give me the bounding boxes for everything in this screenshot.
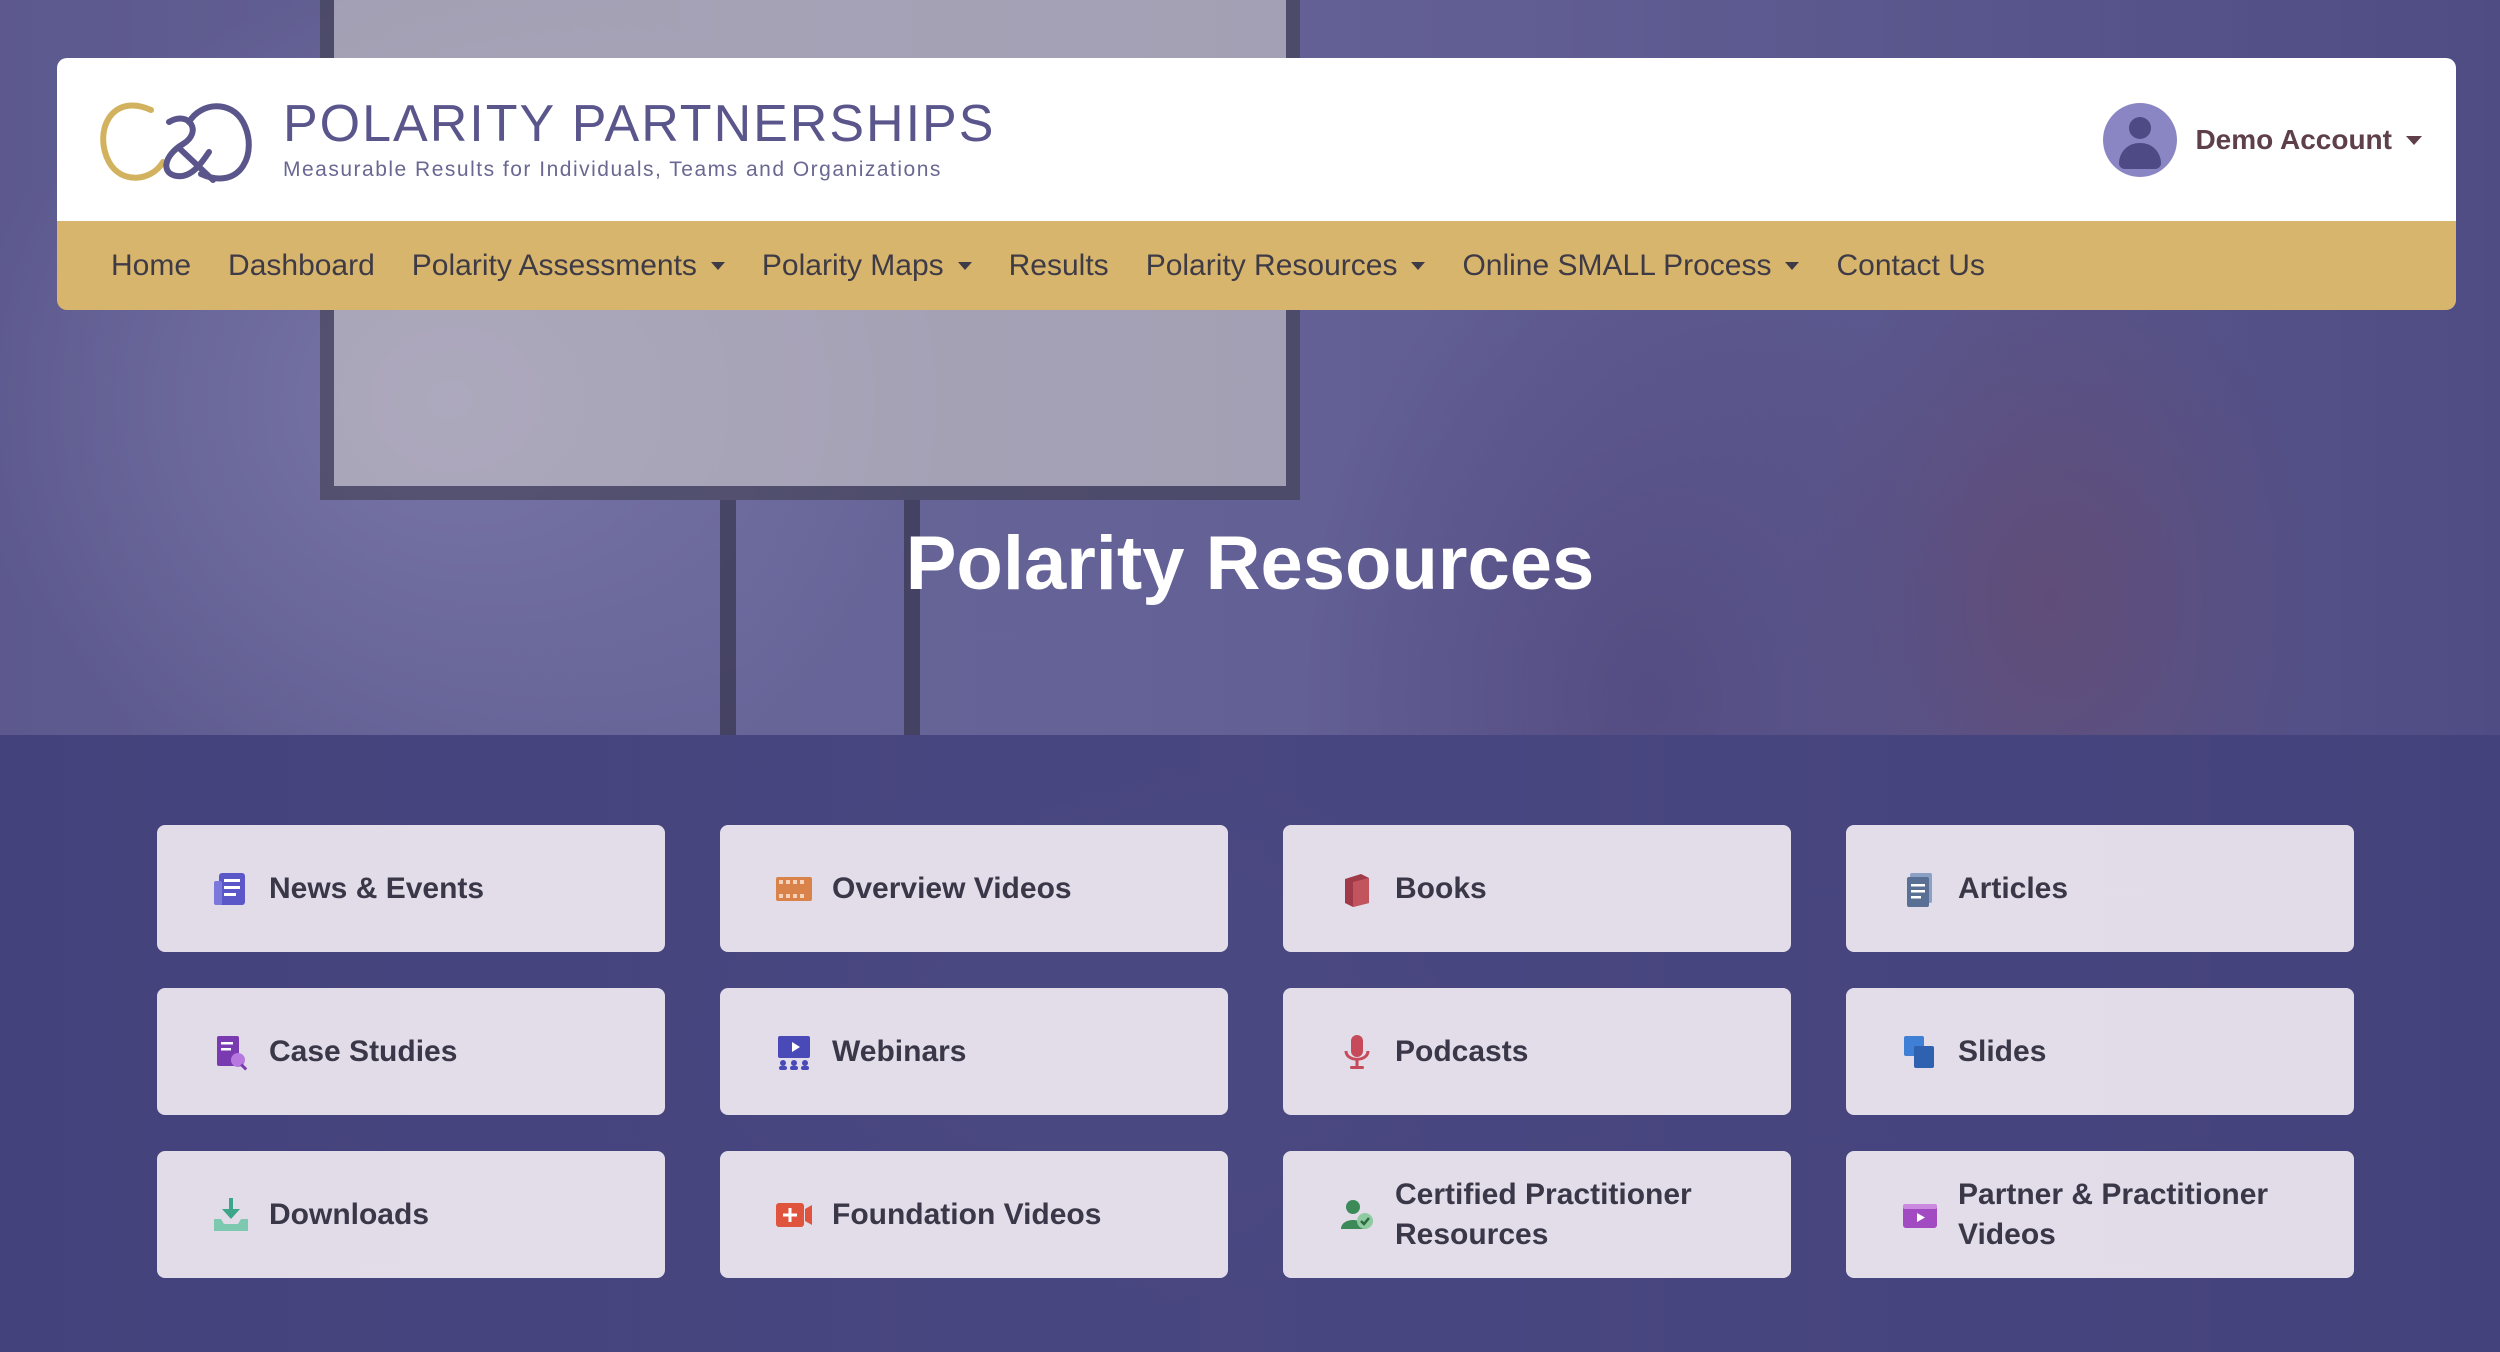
resource-card-slides[interactable]: Slides xyxy=(1846,988,2354,1115)
avatar-shoulders xyxy=(2119,143,2162,169)
download-icon xyxy=(214,1197,248,1231)
nav-results[interactable]: Results xyxy=(1009,249,1109,283)
document-icon xyxy=(1907,872,1932,907)
avatar-head xyxy=(2129,117,2152,139)
microphone-icon xyxy=(1344,1034,1370,1069)
user-avatar-icon[interactable] xyxy=(2103,103,2178,177)
resources-grid: News & Events Overview Videos Books Arti… xyxy=(157,825,2354,1278)
nav-polarity-resources[interactable]: Polarity Resources xyxy=(1146,249,1426,283)
nav-polarity-maps[interactable]: Polarity Maps xyxy=(762,249,972,283)
resource-label[interactable]: Webinars xyxy=(832,1032,967,1072)
nav-contact-us[interactable]: Contact Us xyxy=(1836,249,1984,283)
resource-card-articles[interactable]: Articles xyxy=(1846,825,2354,952)
video-add-icon xyxy=(776,1202,812,1227)
resource-card-case-studies[interactable]: Case Studies xyxy=(157,988,665,1115)
resource-card-partner-practitioner-videos[interactable]: Partner & Practitioner Videos xyxy=(1846,1151,2354,1278)
resource-label[interactable]: Case Studies xyxy=(269,1032,457,1072)
resource-label[interactable]: Partner & Practitioner Videos xyxy=(1958,1175,2334,1255)
film-icon xyxy=(776,876,812,901)
nav-home[interactable]: Home xyxy=(111,249,191,283)
resource-card-downloads[interactable]: Downloads xyxy=(157,1151,665,1278)
chevron-down-icon[interactable] xyxy=(1411,261,1426,270)
account-menu[interactable]: Demo Account xyxy=(2103,103,2422,177)
nav-label[interactable]: Dashboard xyxy=(228,249,375,283)
nav-label[interactable]: Results xyxy=(1009,249,1109,283)
resource-card-news-events[interactable]: News & Events xyxy=(157,825,665,952)
resource-card-certified-practitioner-resources[interactable]: Certified Practitioner Resources xyxy=(1283,1151,1791,1278)
polarity-logo-icon[interactable] xyxy=(91,92,261,192)
site-header: POLARITY PARTNERSHIPS Measurable Results… xyxy=(57,58,2456,221)
resource-label[interactable]: Articles xyxy=(1958,869,2068,909)
resource-label[interactable]: Overview Videos xyxy=(832,869,1072,909)
practitioner-icon xyxy=(1341,1199,1373,1229)
slides-icon xyxy=(1904,1035,1934,1068)
chevron-down-icon[interactable] xyxy=(710,261,725,270)
resource-card-foundation-videos[interactable]: Foundation Videos xyxy=(720,1151,1228,1278)
chevron-down-icon[interactable] xyxy=(2406,135,2422,145)
main-navbar: Home Dashboard Polarity Assessments Pola… xyxy=(57,221,2456,310)
nav-label[interactable]: Home xyxy=(111,249,191,283)
resource-label[interactable]: Foundation Videos xyxy=(832,1195,1101,1235)
resource-label[interactable]: Books xyxy=(1395,869,1487,909)
webinar-icon xyxy=(778,1035,810,1070)
nav-label[interactable]: Polarity Resources xyxy=(1146,249,1398,283)
newspaper-icon xyxy=(214,872,245,905)
resource-label[interactable]: News & Events xyxy=(269,869,484,909)
nav-label[interactable]: Online SMALL Process xyxy=(1462,249,1771,283)
resource-card-podcasts[interactable]: Podcasts xyxy=(1283,988,1791,1115)
nav-online-small-process[interactable]: Online SMALL Process xyxy=(1462,249,1800,283)
brand-name[interactable]: POLARITY PARTNERSHIPS xyxy=(283,94,995,154)
page-title: Polarity Resources xyxy=(905,521,1595,606)
resource-card-overview-videos[interactable]: Overview Videos xyxy=(720,825,1228,952)
nav-label[interactable]: Polarity Assessments xyxy=(412,249,697,283)
resource-label[interactable]: Podcasts xyxy=(1395,1032,1528,1072)
resource-label[interactable]: Certified Practitioner Resources xyxy=(1395,1175,1771,1255)
book-icon xyxy=(1345,873,1369,907)
account-name[interactable]: Demo Account xyxy=(2195,124,2392,156)
resource-card-books[interactable]: Books xyxy=(1283,825,1791,952)
brand-tagline: Measurable Results for Individuals, Team… xyxy=(283,158,942,181)
resource-label[interactable]: Slides xyxy=(1958,1032,2046,1072)
nav-label[interactable]: Polarity Maps xyxy=(762,249,944,283)
chevron-down-icon[interactable] xyxy=(957,261,972,270)
resource-label[interactable]: Downloads xyxy=(269,1195,429,1235)
nav-polarity-assessments[interactable]: Polarity Assessments xyxy=(412,249,725,283)
resource-card-webinars[interactable]: Webinars xyxy=(720,988,1228,1115)
case-study-icon xyxy=(217,1035,248,1071)
chevron-down-icon[interactable] xyxy=(1785,261,1800,270)
nav-dashboard[interactable]: Dashboard xyxy=(228,249,375,283)
nav-label[interactable]: Contact Us xyxy=(1836,249,1984,283)
video-player-icon xyxy=(1903,1203,1937,1228)
